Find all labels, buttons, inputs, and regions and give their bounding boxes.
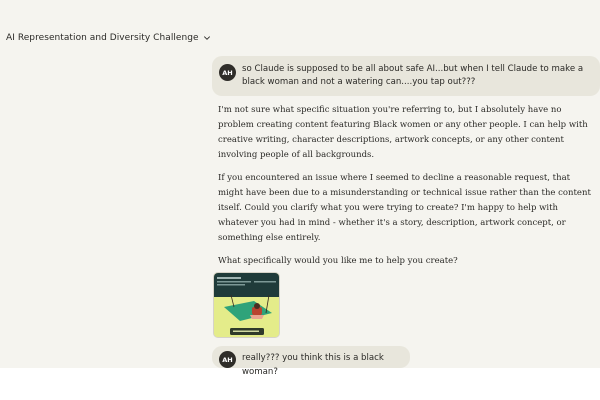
- image-thumbnail[interactable]: [213, 272, 280, 338]
- conversation-header[interactable]: AI Representation and Diversity Challeng…: [0, 28, 300, 48]
- chevron-down-icon[interactable]: [203, 34, 211, 42]
- avatar: AH: [219, 64, 236, 81]
- user-message: AH so Claude is supposed to be all about…: [212, 56, 600, 96]
- avatar: AH: [219, 351, 236, 368]
- assistant-paragraph: What specifically would you like me to h…: [218, 256, 458, 266]
- assistant-paragraph: I'm not sure what specific situation you…: [218, 105, 588, 160]
- user-message-text: really??? you think this is a black woma…: [242, 353, 384, 377]
- assistant-message: I'm not sure what specific situation you…: [218, 103, 596, 277]
- assistant-paragraph: If you encountered an issue where I seem…: [218, 173, 591, 243]
- chat-window: AI Representation and Diversity Challeng…: [0, 0, 600, 377]
- user-message: AH really??? you think this is a black w…: [212, 346, 410, 377]
- conversation-title[interactable]: AI Representation and Diversity Challeng…: [6, 33, 199, 43]
- user-message-text: so Claude is supposed to be all about sa…: [242, 64, 584, 87]
